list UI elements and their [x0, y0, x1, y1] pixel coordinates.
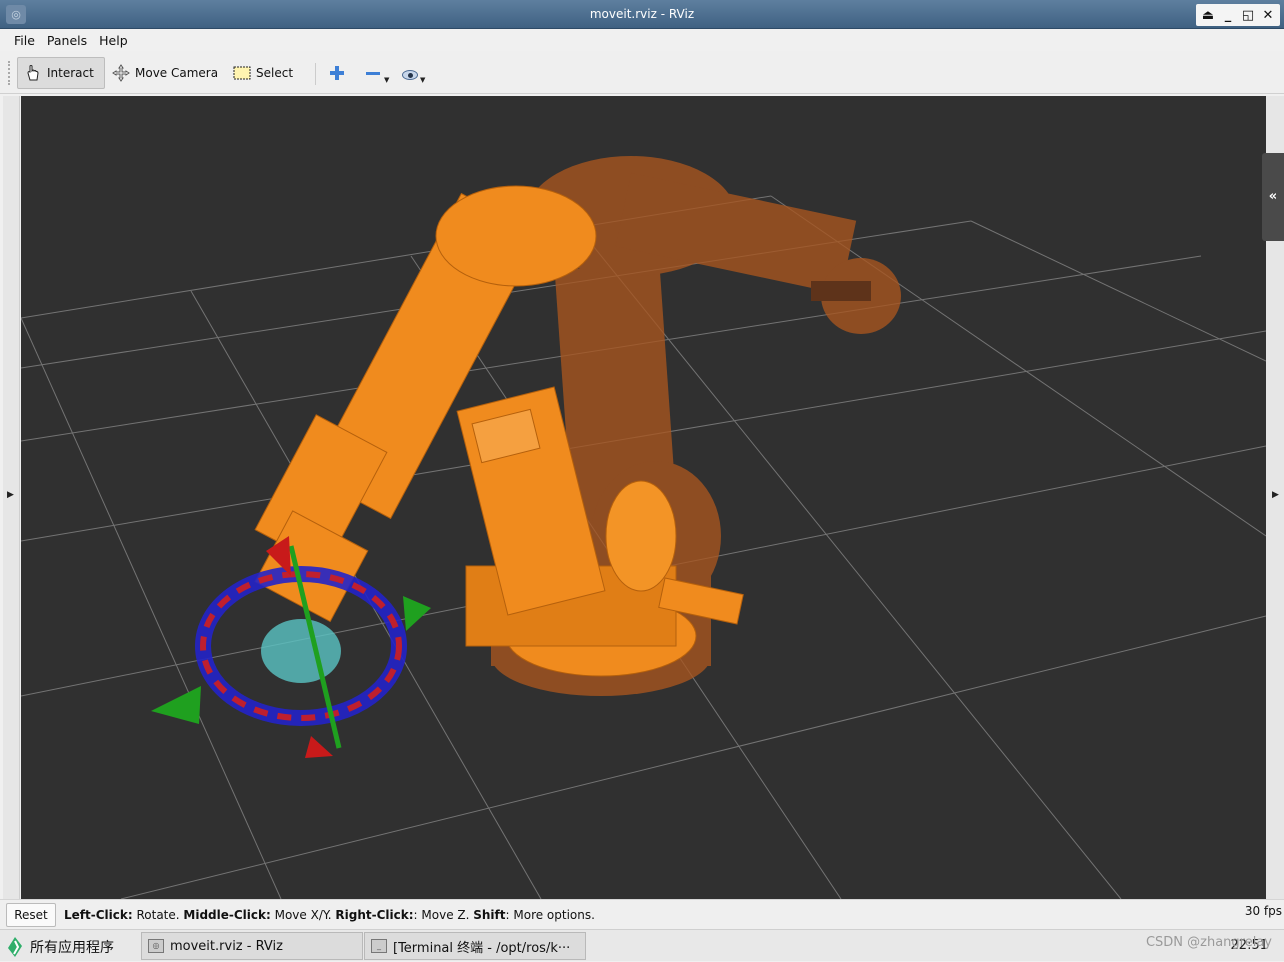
statusbar: Reset Left-Click: Rotate. Middle-Click: … — [0, 899, 1284, 929]
select-tool-button[interactable]: Select — [227, 57, 299, 89]
window-controls: ⏏ _ ◱ ✕ — [1196, 4, 1280, 26]
select-tool-label: Select — [256, 66, 294, 80]
fps-counter: 30 fps — [1244, 904, 1282, 918]
dropdown-arrow-icon: ▼ — [420, 76, 426, 84]
hint-key: Left-Click: — [64, 908, 133, 922]
mouse-hint: Left-Click: Rotate. Middle-Click: Move X… — [64, 908, 595, 922]
render-viewport[interactable] — [21, 96, 1266, 899]
move-camera-tool-button[interactable]: Move Camera — [106, 57, 224, 89]
interact-tool-button[interactable]: Interact — [17, 57, 105, 89]
taskbar-item-label: moveit.rviz - RViz — [170, 938, 283, 954]
terminal-icon: _ — [371, 939, 387, 953]
start-menu-label: 所有应用程序 — [30, 940, 114, 956]
hint-text: Move X/Y. — [270, 908, 336, 922]
minimize-icon[interactable]: _ — [1220, 8, 1236, 23]
hint-text: : Move Z. — [413, 908, 474, 922]
hint-key: Right-Click: — [335, 908, 414, 922]
select-rect-icon — [233, 64, 251, 82]
interact-tool-label: Interact — [47, 66, 94, 80]
taskbar-item-rviz[interactable]: ◎ moveit.rviz - RViz — [141, 932, 363, 960]
close-icon[interactable]: ✕ — [1260, 8, 1276, 23]
scene-render — [21, 156, 1266, 899]
add-tool-button[interactable] — [322, 57, 352, 89]
hint-text: : More options. — [505, 908, 595, 922]
expand-right-icon[interactable]: ▶ — [1272, 490, 1279, 500]
menu-file[interactable]: File — [8, 33, 41, 48]
toolbar: Interact Move Camera Select ▼ ▼ — [0, 51, 1284, 94]
start-menu-button[interactable]: 所有应用程序 — [6, 934, 114, 960]
toolbar-grip[interactable] — [8, 61, 12, 85]
taskbar-item-terminal[interactable]: _ [Terminal 终端 - /opt/ros/k··· — [364, 932, 586, 960]
hint-key: Shift — [473, 908, 506, 922]
expand-left-icon[interactable]: ▶ — [7, 490, 14, 500]
rviz-window-icon: ◎ — [148, 939, 164, 953]
toolbar-separator — [315, 63, 316, 85]
distro-logo-icon — [6, 936, 24, 958]
interactive-marker — [151, 536, 431, 758]
move-camera-icon — [112, 64, 130, 82]
watermark: CSDN @zhangrelay — [1145, 935, 1272, 950]
add-tool-icon — [328, 64, 346, 82]
window-title: moveit.rviz - RViz — [589, 7, 695, 21]
hint-key: Middle-Click: — [183, 908, 271, 922]
remove-tool-icon — [364, 64, 382, 82]
left-dock-rail[interactable]: ▶ — [3, 96, 20, 899]
hint-text: Rotate. — [132, 908, 184, 922]
desktop-taskbar: 所有应用程序 ◎ moveit.rviz - RViz _ [Terminal … — [0, 929, 1284, 961]
hand-pointer-icon — [24, 64, 42, 82]
shade-icon[interactable]: ⏏ — [1200, 8, 1216, 23]
maximize-icon[interactable]: ◱ — [1240, 8, 1256, 23]
move-camera-tool-label: Move Camera — [135, 66, 219, 80]
visibility-eye-icon — [402, 70, 418, 80]
menu-help[interactable]: Help — [93, 33, 134, 48]
menu-panels[interactable]: Panels — [41, 33, 93, 48]
window-titlebar: ◎ moveit.rviz - RViz ⏏ _ ◱ ✕ — [0, 0, 1284, 29]
reset-button[interactable]: Reset — [6, 903, 56, 927]
collapse-panel-tab[interactable]: « — [1262, 153, 1284, 241]
remove-tool-button[interactable]: ▼ — [358, 57, 395, 89]
menubar: File Panels Help — [0, 29, 1284, 51]
visibility-tool-button[interactable]: ▼ — [396, 57, 431, 89]
taskbar-item-label: [Terminal 终端 - /opt/ros/k··· — [393, 940, 571, 956]
dropdown-arrow-icon: ▼ — [384, 76, 390, 84]
